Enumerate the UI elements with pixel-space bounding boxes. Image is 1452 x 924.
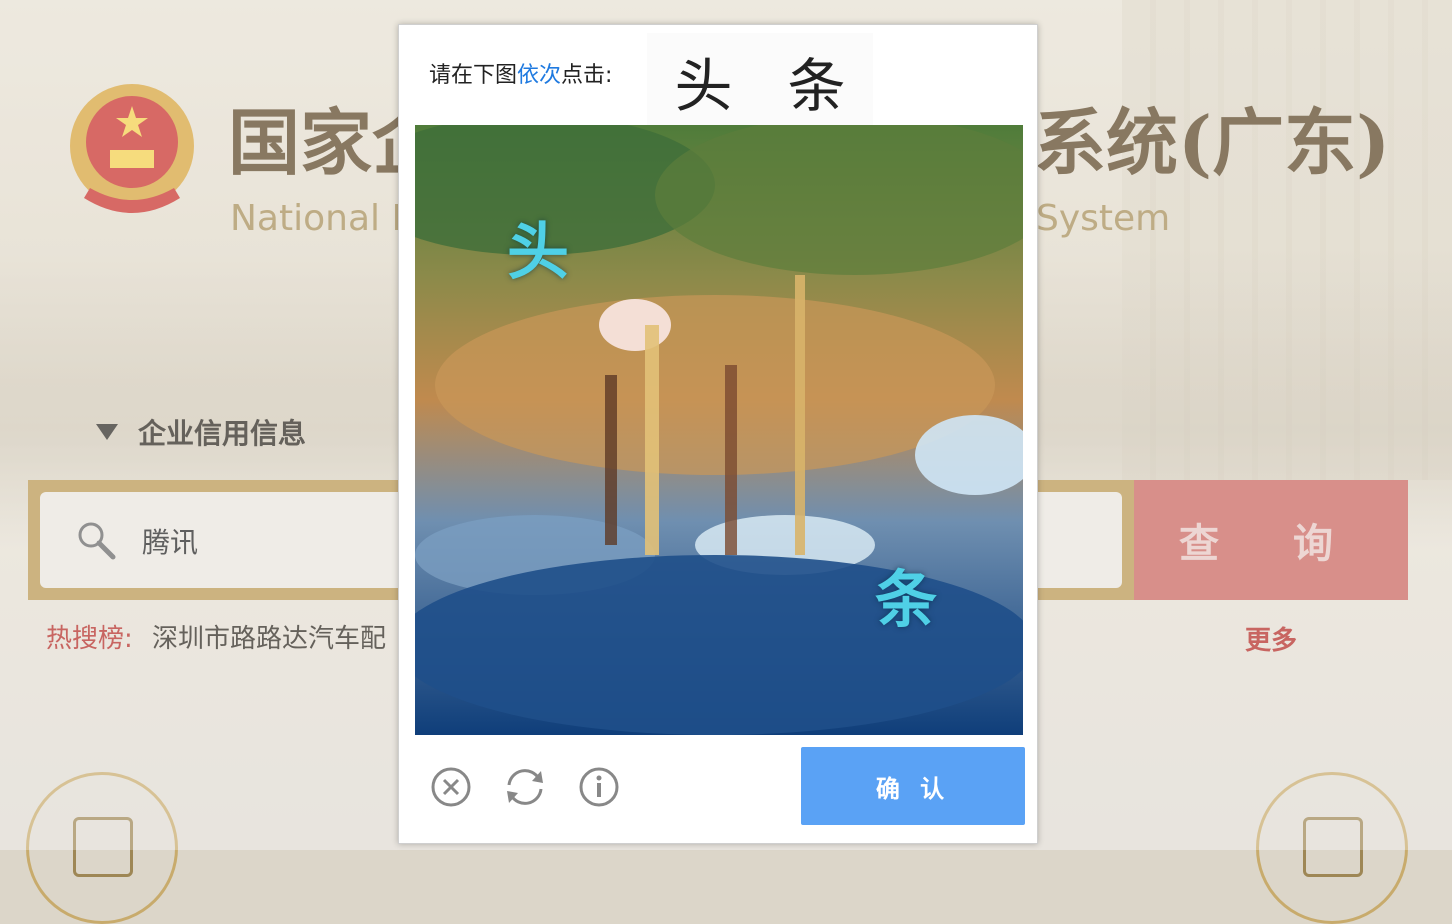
captcha-prompt: 请在下图 依次 点击: bbox=[429, 55, 612, 91]
prompt-prefix: 请在下图 bbox=[429, 63, 518, 88]
captcha-image[interactable]: 头 条 bbox=[415, 125, 1023, 735]
target-char: 头 bbox=[674, 52, 733, 120]
close-icon[interactable] bbox=[429, 765, 473, 809]
prompt-suffix: 点击: bbox=[561, 63, 613, 88]
refresh-icon[interactable] bbox=[503, 765, 547, 809]
captcha-controls: 确 认 bbox=[399, 747, 1039, 827]
target-characters: 头 条 bbox=[647, 33, 873, 129]
target-char: 条 bbox=[787, 52, 846, 120]
info-icon[interactable] bbox=[577, 765, 621, 809]
prompt-emphasis: 依次 bbox=[517, 63, 562, 88]
confirm-button[interactable]: 确 认 bbox=[801, 747, 1025, 825]
captcha-image-char[interactable]: 条 bbox=[875, 549, 937, 639]
captcha-image-char[interactable]: 头 bbox=[507, 201, 569, 291]
captcha-dialog: 请在下图 依次 点击: 头 条 头 条 确 认 bbox=[398, 24, 1038, 844]
